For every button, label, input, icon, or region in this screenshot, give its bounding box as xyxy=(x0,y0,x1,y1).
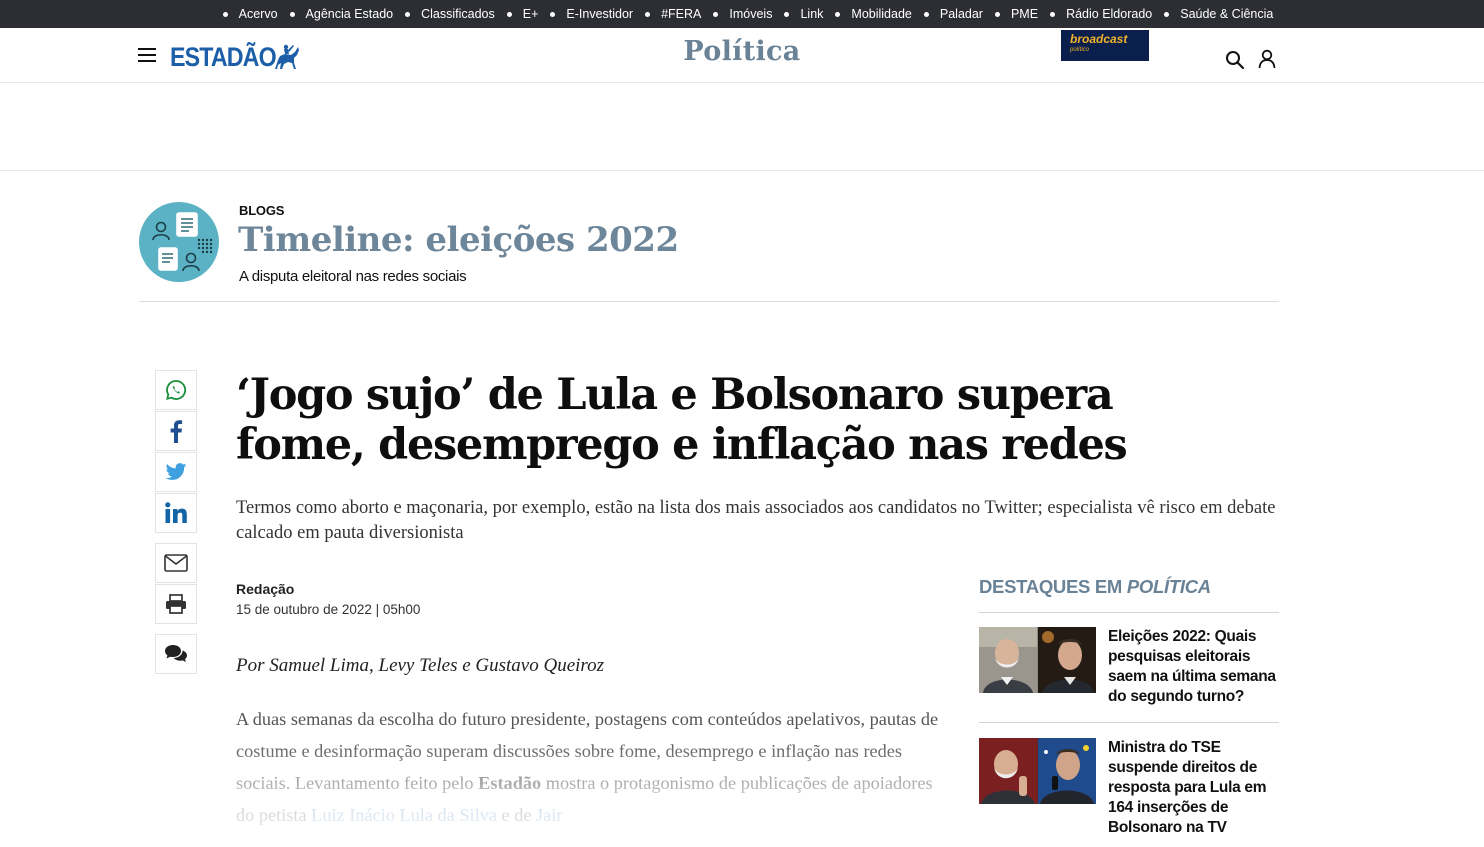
sidebar-divider xyxy=(979,612,1279,613)
network-link-item: Classificados xyxy=(393,7,495,21)
share-email-button[interactable] xyxy=(155,543,197,583)
section-title[interactable]: Política xyxy=(683,36,800,67)
body-bold-estadao: Estadão xyxy=(478,773,542,793)
network-link-item: Agência Estado xyxy=(278,7,394,21)
byline-author[interactable]: Redação xyxy=(236,581,294,597)
ad-space xyxy=(0,84,1484,171)
site-header: ESTADÃO Política broadcast político xyxy=(0,28,1484,83)
bullet-dot xyxy=(784,11,790,17)
network-link[interactable]: Imóveis xyxy=(729,7,772,21)
portrait-bolsonaro-image xyxy=(1037,738,1096,804)
social-network-illustration-icon xyxy=(152,212,213,272)
bullet-dot xyxy=(550,11,556,17)
byline-date: 15 de outubro de 2022 | 05h00 xyxy=(236,602,421,617)
portrait-bolsonaro-image xyxy=(1037,627,1096,693)
article-body-paragraph: A duas semanas da escolha do futuro pres… xyxy=(236,703,946,833)
article-headline: ‘Jogo sujo’ de Lula e Bolsonaro supera f… xyxy=(236,370,1128,470)
body-link-lula[interactable]: Luiz Inácio Lula da Silva xyxy=(311,805,497,825)
body-text-3: e de xyxy=(496,805,537,825)
bullet-dot xyxy=(289,11,295,17)
share-twitter-button[interactable] xyxy=(155,452,197,492)
network-link-item: Rádio Eldorado xyxy=(1038,7,1152,21)
sidebar-story-2-title[interactable]: Ministra do TSE suspende direitos de res… xyxy=(1108,738,1279,838)
sidebar-title: DESTAQUES EM POLÍTICA xyxy=(979,576,1211,598)
site-logo[interactable]: ESTADÃO xyxy=(170,42,301,72)
network-link-item: Imóveis xyxy=(701,7,772,21)
network-link[interactable]: Saúde & Ciência xyxy=(1180,7,1273,21)
logo-text: ESTADÃO xyxy=(170,41,277,72)
network-link[interactable]: Link xyxy=(800,7,823,21)
share-linkedin-button[interactable] xyxy=(155,493,197,533)
network-link-item: E-Investidor xyxy=(538,7,633,21)
network-links: Acervo Agência Estado Classificados E+ E-Inv… xyxy=(211,7,1273,21)
bullet-dot xyxy=(835,11,841,17)
blog-avatar[interactable] xyxy=(139,202,219,282)
network-link-item: Mobilidade xyxy=(823,7,912,21)
network-link[interactable]: E-Investidor xyxy=(566,7,633,21)
broadcast-sub: político xyxy=(1070,47,1090,53)
bullet-dot xyxy=(923,11,929,17)
network-link[interactable]: Paladar xyxy=(940,7,983,21)
article-subhead: Termos como aborto e maçonaria, por exem… xyxy=(236,498,1276,543)
blog-title[interactable]: Timeline: eleições 2022 xyxy=(238,220,679,260)
bullet-dot xyxy=(1164,11,1170,17)
comments-button[interactable] xyxy=(155,634,197,674)
bullet-dot xyxy=(1050,11,1056,17)
network-link[interactable]: #FERA xyxy=(661,7,701,21)
body-link-jair[interactable]: Jair xyxy=(536,805,562,825)
search-icon[interactable] xyxy=(1225,50,1245,70)
bullet-dot xyxy=(713,11,719,17)
network-link[interactable]: Acervo xyxy=(239,7,278,21)
network-link[interactable]: E+ xyxy=(523,7,539,21)
network-link-item: #FERA xyxy=(633,7,701,21)
network-link-item: E+ xyxy=(495,7,539,21)
email-icon xyxy=(164,554,188,572)
bullet-dot xyxy=(506,11,512,17)
sidebar-story-1-title[interactable]: Eleições 2022: Quais pesquisas eleitorai… xyxy=(1108,627,1279,707)
network-link[interactable]: Rádio Eldorado xyxy=(1066,7,1152,21)
network-link-item: PME xyxy=(983,7,1038,21)
portrait-lula-image xyxy=(979,627,1037,693)
network-link-item: Acervo xyxy=(211,7,278,21)
blog-kicker[interactable]: BLOGS xyxy=(239,203,284,218)
bullet-dot xyxy=(405,11,411,17)
network-link[interactable]: PME xyxy=(1011,7,1038,21)
article-authors: Por Samuel Lima, Levy Teles e Gustavo Qu… xyxy=(236,655,605,676)
network-bar: Acervo Agência Estado Classificados E+ E-Inv… xyxy=(0,0,1484,28)
print-button[interactable] xyxy=(155,584,197,624)
network-link[interactable]: Agência Estado xyxy=(306,7,394,21)
sidebar-divider xyxy=(979,722,1279,723)
user-icon[interactable] xyxy=(1257,49,1277,69)
story-thumbnail[interactable] xyxy=(979,738,1096,804)
sidebar-title-section: POLÍTICA xyxy=(1126,576,1211,597)
share-whatsapp-button[interactable] xyxy=(155,370,197,410)
network-link-item: Saúde & Ciência xyxy=(1152,7,1273,21)
twitter-icon xyxy=(165,463,187,480)
facebook-icon xyxy=(170,420,183,443)
whatsapp-icon xyxy=(166,380,187,400)
sidebar-title-prefix: DESTAQUES EM xyxy=(979,576,1127,597)
network-link-item: Link xyxy=(772,7,823,21)
blog-banner: BLOGS Timeline: eleições 2022 A disputa … xyxy=(139,200,1279,302)
print-icon xyxy=(166,594,186,614)
blog-subtitle: A disputa eleitoral nas redes sociais xyxy=(239,268,467,285)
comments-icon xyxy=(165,645,187,662)
network-link[interactable]: Classificados xyxy=(421,7,495,21)
sidebar-story-2[interactable]: Ministra do TSE suspende direitos de res… xyxy=(979,738,1279,838)
portrait-lula-image xyxy=(979,738,1037,804)
broadcast-brand: broadcast xyxy=(1070,32,1128,46)
story-thumbnail[interactable] xyxy=(979,627,1096,693)
linkedin-icon xyxy=(165,502,187,523)
network-link-item: Paladar xyxy=(912,7,983,21)
share-rail xyxy=(155,370,197,675)
network-link[interactable]: Mobilidade xyxy=(851,7,911,21)
bullet-dot xyxy=(645,11,651,17)
hamburger-menu-icon[interactable] xyxy=(138,48,156,62)
bullet-dot xyxy=(222,11,228,17)
bullet-dot xyxy=(994,11,1000,17)
share-facebook-button[interactable] xyxy=(155,411,197,451)
broadcast-politico-badge[interactable]: broadcast político xyxy=(1061,30,1149,61)
sidebar-story-1[interactable]: Eleições 2022: Quais pesquisas eleitorai… xyxy=(979,627,1279,707)
